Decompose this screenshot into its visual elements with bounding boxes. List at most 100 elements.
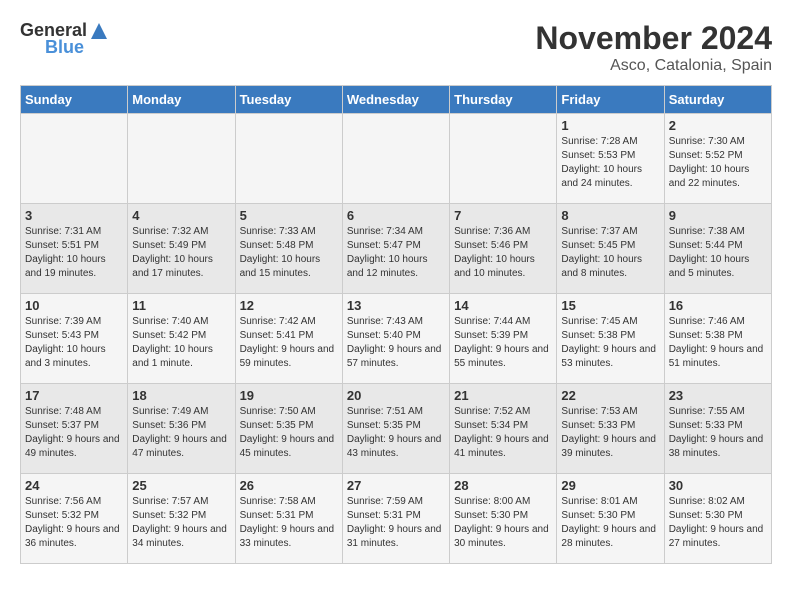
day-cell-3-2: 19 Sunrise: 7:50 AMSunset: 5:35 PMDayligh… bbox=[235, 384, 342, 474]
week-row-2: 3 Sunrise: 7:31 AMSunset: 5:51 PMDaylight… bbox=[21, 204, 772, 294]
day-number: 3 bbox=[25, 208, 123, 223]
header-saturday: Saturday bbox=[664, 86, 771, 114]
day-info: Sunrise: 7:30 AMSunset: 5:52 PMDaylight:… bbox=[669, 135, 767, 191]
day-number: 6 bbox=[347, 208, 445, 223]
week-row-3: 10 Sunrise: 7:39 AMSunset: 5:43 PMDayligh… bbox=[21, 294, 772, 384]
day-info: Sunrise: 7:55 AMSunset: 5:33 PMDaylight:… bbox=[669, 405, 767, 461]
logo-icon bbox=[89, 21, 109, 41]
day-info: Sunrise: 7:59 AMSunset: 5:31 PMDaylight:… bbox=[347, 495, 445, 551]
day-info: Sunrise: 7:57 AMSunset: 5:32 PMDaylight:… bbox=[132, 495, 230, 551]
day-cell-2-4: 14 Sunrise: 7:44 AMSunset: 5:39 PMDayligh… bbox=[450, 294, 557, 384]
day-cell-0-4 bbox=[450, 114, 557, 204]
day-cell-1-5: 8Sunrise: 7:37 AMSunset: 5:45 PMDaylight… bbox=[557, 204, 664, 294]
day-number: 21 bbox=[454, 388, 552, 403]
header-sunday: Sunday bbox=[21, 86, 128, 114]
day-number: 27 bbox=[347, 478, 445, 493]
day-info: Sunrise: 7:37 AMSunset: 5:45 PMDaylight:… bbox=[561, 225, 659, 281]
day-cell-4-6: 30 Sunrise: 8:02 AMSunset: 5:30 PMDayligh… bbox=[664, 474, 771, 564]
month-title: November 2024 bbox=[535, 20, 772, 57]
calendar-table: Sunday Monday Tuesday Wednesday Thursday… bbox=[20, 85, 772, 564]
title-area: November 2024 Asco, Catalonia, Spain bbox=[535, 20, 772, 75]
day-cell-0-0 bbox=[21, 114, 128, 204]
day-info: Sunrise: 7:38 AMSunset: 5:44 PMDaylight:… bbox=[669, 225, 767, 281]
day-info: Sunrise: 7:53 AMSunset: 5:33 PMDaylight:… bbox=[561, 405, 659, 461]
calendar-header-row: Sunday Monday Tuesday Wednesday Thursday… bbox=[21, 86, 772, 114]
day-cell-3-1: 18 Sunrise: 7:49 AMSunset: 5:36 PMDayligh… bbox=[128, 384, 235, 474]
day-number: 22 bbox=[561, 388, 659, 403]
day-cell-3-0: 17 Sunrise: 7:48 AMSunset: 5:37 PMDayligh… bbox=[21, 384, 128, 474]
day-number: 7 bbox=[454, 208, 552, 223]
day-cell-2-1: 11 Sunrise: 7:40 AMSunset: 5:42 PMDayligh… bbox=[128, 294, 235, 384]
day-number: 25 bbox=[132, 478, 230, 493]
day-info: Sunrise: 7:40 AMSunset: 5:42 PMDaylight:… bbox=[132, 315, 230, 371]
day-info: Sunrise: 7:44 AMSunset: 5:39 PMDaylight:… bbox=[454, 315, 552, 371]
day-cell-1-0: 3 Sunrise: 7:31 AMSunset: 5:51 PMDaylight… bbox=[21, 204, 128, 294]
day-cell-4-3: 27 Sunrise: 7:59 AMSunset: 5:31 PMDayligh… bbox=[342, 474, 449, 564]
day-cell-0-6: 2 Sunrise: 7:30 AMSunset: 5:52 PMDaylight… bbox=[664, 114, 771, 204]
day-cell-1-6: 9 Sunrise: 7:38 AMSunset: 5:44 PMDaylight… bbox=[664, 204, 771, 294]
day-info: Sunrise: 7:39 AMSunset: 5:43 PMDaylight:… bbox=[25, 315, 123, 371]
day-number: 15 bbox=[561, 298, 659, 313]
day-info: Sunrise: 8:00 AMSunset: 5:30 PMDaylight:… bbox=[454, 495, 552, 551]
logo-blue-text: Blue bbox=[45, 37, 84, 58]
day-cell-4-0: 24Sunrise: 7:56 AMSunset: 5:32 PMDayligh… bbox=[21, 474, 128, 564]
day-number: 11 bbox=[132, 298, 230, 313]
day-cell-4-1: 25 Sunrise: 7:57 AMSunset: 5:32 PMDayligh… bbox=[128, 474, 235, 564]
header-monday: Monday bbox=[128, 86, 235, 114]
day-info: Sunrise: 8:01 AMSunset: 5:30 PMDaylight:… bbox=[561, 495, 659, 551]
day-number: 26 bbox=[240, 478, 338, 493]
day-number: 16 bbox=[669, 298, 767, 313]
day-number: 1 bbox=[561, 118, 659, 133]
day-info: Sunrise: 7:51 AMSunset: 5:35 PMDaylight:… bbox=[347, 405, 445, 461]
day-info: Sunrise: 7:45 AMSunset: 5:38 PMDaylight:… bbox=[561, 315, 659, 371]
day-number: 20 bbox=[347, 388, 445, 403]
day-info: Sunrise: 7:43 AMSunset: 5:40 PMDaylight:… bbox=[347, 315, 445, 371]
day-info: Sunrise: 7:56 AMSunset: 5:32 PMDaylight:… bbox=[25, 495, 123, 551]
day-info: Sunrise: 8:02 AMSunset: 5:30 PMDaylight:… bbox=[669, 495, 767, 551]
day-cell-0-5: 1 Sunrise: 7:28 AMSunset: 5:53 PMDaylight… bbox=[557, 114, 664, 204]
logo: General Blue bbox=[20, 20, 109, 58]
day-info: Sunrise: 7:34 AMSunset: 5:47 PMDaylight:… bbox=[347, 225, 445, 281]
day-number: 14 bbox=[454, 298, 552, 313]
day-number: 9 bbox=[669, 208, 767, 223]
day-cell-1-2: 5Sunrise: 7:33 AMSunset: 5:48 PMDaylight… bbox=[235, 204, 342, 294]
day-info: Sunrise: 7:46 AMSunset: 5:38 PMDaylight:… bbox=[669, 315, 767, 371]
day-number: 30 bbox=[669, 478, 767, 493]
day-cell-0-3 bbox=[342, 114, 449, 204]
day-number: 19 bbox=[240, 388, 338, 403]
header: General Blue November 2024 Asco, Catalon… bbox=[20, 20, 772, 75]
day-number: 28 bbox=[454, 478, 552, 493]
day-info: Sunrise: 7:58 AMSunset: 5:31 PMDaylight:… bbox=[240, 495, 338, 551]
day-cell-4-5: 29Sunrise: 8:01 AMSunset: 5:30 PMDayligh… bbox=[557, 474, 664, 564]
day-info: Sunrise: 7:52 AMSunset: 5:34 PMDaylight:… bbox=[454, 405, 552, 461]
day-cell-1-4: 7 Sunrise: 7:36 AMSunset: 5:46 PMDaylight… bbox=[450, 204, 557, 294]
day-info: Sunrise: 7:31 AMSunset: 5:51 PMDaylight:… bbox=[25, 225, 123, 281]
day-info: Sunrise: 7:49 AMSunset: 5:36 PMDaylight:… bbox=[132, 405, 230, 461]
location-title: Asco, Catalonia, Spain bbox=[535, 57, 772, 75]
day-cell-1-3: 6 Sunrise: 7:34 AMSunset: 5:47 PMDaylight… bbox=[342, 204, 449, 294]
day-number: 2 bbox=[669, 118, 767, 133]
day-cell-0-1 bbox=[128, 114, 235, 204]
day-number: 18 bbox=[132, 388, 230, 403]
day-info: Sunrise: 7:28 AMSunset: 5:53 PMDaylight:… bbox=[561, 135, 659, 191]
day-number: 12 bbox=[240, 298, 338, 313]
day-number: 17 bbox=[25, 388, 123, 403]
day-cell-2-6: 16 Sunrise: 7:46 AMSunset: 5:38 PMDayligh… bbox=[664, 294, 771, 384]
day-info: Sunrise: 7:32 AMSunset: 5:49 PMDaylight:… bbox=[132, 225, 230, 281]
day-info: Sunrise: 7:48 AMSunset: 5:37 PMDaylight:… bbox=[25, 405, 123, 461]
day-info: Sunrise: 7:50 AMSunset: 5:35 PMDaylight:… bbox=[240, 405, 338, 461]
week-row-5: 24Sunrise: 7:56 AMSunset: 5:32 PMDayligh… bbox=[21, 474, 772, 564]
day-number: 10 bbox=[25, 298, 123, 313]
header-wednesday: Wednesday bbox=[342, 86, 449, 114]
day-cell-3-6: 23Sunrise: 7:55 AMSunset: 5:33 PMDayligh… bbox=[664, 384, 771, 474]
day-cell-3-3: 20 Sunrise: 7:51 AMSunset: 5:35 PMDayligh… bbox=[342, 384, 449, 474]
day-cell-4-2: 26 Sunrise: 7:58 AMSunset: 5:31 PMDayligh… bbox=[235, 474, 342, 564]
day-cell-3-5: 22 Sunrise: 7:53 AMSunset: 5:33 PMDayligh… bbox=[557, 384, 664, 474]
day-cell-0-2 bbox=[235, 114, 342, 204]
day-info: Sunrise: 7:42 AMSunset: 5:41 PMDaylight:… bbox=[240, 315, 338, 371]
header-thursday: Thursday bbox=[450, 86, 557, 114]
day-cell-2-0: 10 Sunrise: 7:39 AMSunset: 5:43 PMDayligh… bbox=[21, 294, 128, 384]
day-cell-2-5: 15 Sunrise: 7:45 AMSunset: 5:38 PMDayligh… bbox=[557, 294, 664, 384]
day-info: Sunrise: 7:36 AMSunset: 5:46 PMDaylight:… bbox=[454, 225, 552, 281]
day-number: 5 bbox=[240, 208, 338, 223]
